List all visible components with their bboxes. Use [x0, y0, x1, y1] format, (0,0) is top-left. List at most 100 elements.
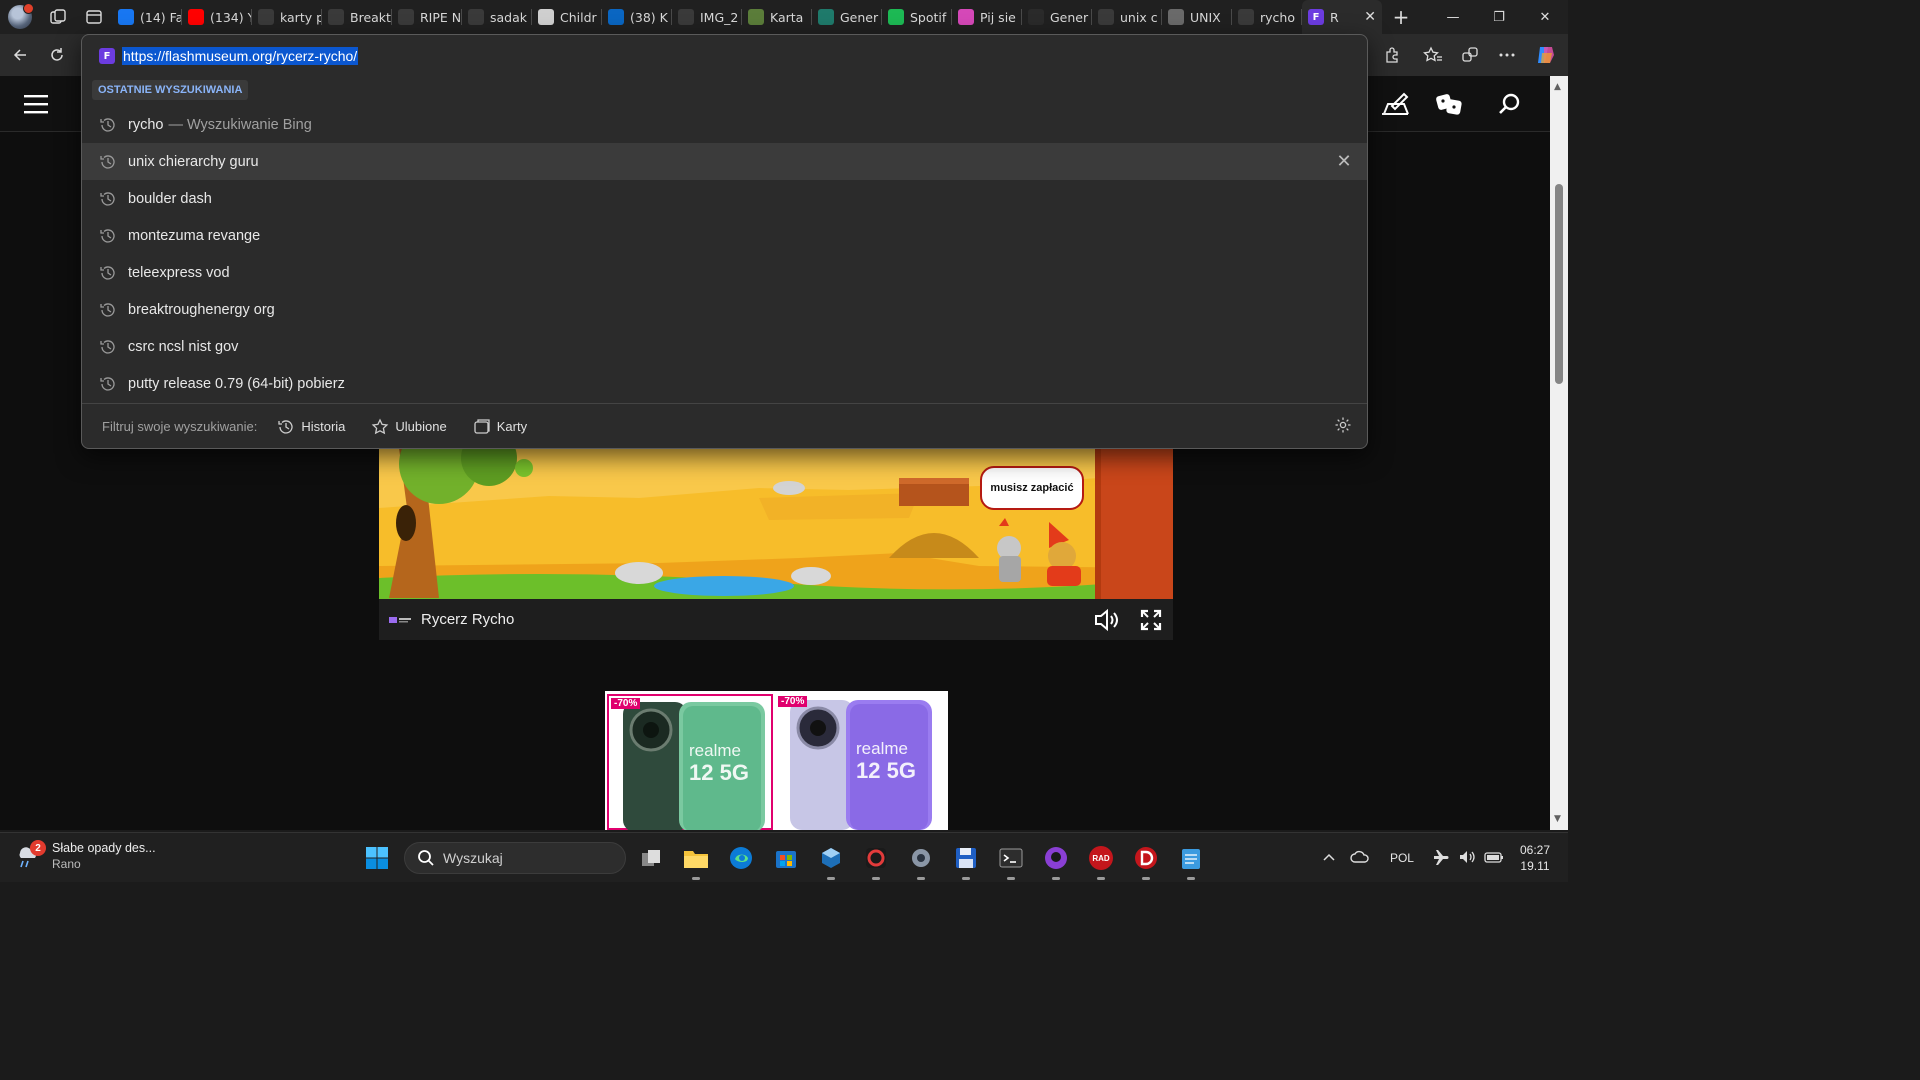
tab-label: sadak: [490, 9, 528, 25]
weather-widget[interactable]: 2 Słabe opady des... Rano: [14, 839, 156, 873]
tab-label: R: [1330, 9, 1339, 25]
tab[interactable]: IMG_2: [672, 0, 742, 34]
site-search-button[interactable]: [1498, 92, 1522, 120]
tab[interactable]: Pij sie: [952, 0, 1022, 34]
taskbar-app-red[interactable]: [860, 842, 892, 880]
new-tab-button[interactable]: +: [1386, 5, 1416, 29]
taskbar-rad[interactable]: RAD: [1085, 842, 1117, 880]
taskbar-file-explorer[interactable]: [680, 842, 712, 880]
collections-button[interactable]: [1454, 39, 1486, 71]
site-random-button[interactable]: [1434, 90, 1464, 122]
taskbar-save-app[interactable]: [950, 842, 982, 880]
suggestion-item[interactable]: boulder dash: [82, 180, 1367, 217]
onedrive-button[interactable]: [1350, 850, 1370, 867]
copilot-button[interactable]: [1530, 39, 1562, 71]
refresh-button[interactable]: [41, 39, 73, 71]
favorites-button[interactable]: [1417, 39, 1449, 71]
tab[interactable]: Karta: [742, 0, 812, 34]
taskbar-github[interactable]: [1040, 842, 1072, 880]
tab[interactable]: Breakt: [322, 0, 392, 34]
ad-model: 12 5G: [856, 758, 916, 783]
language-indicator[interactable]: POL: [1390, 851, 1414, 865]
volume-icon[interactable]: [1458, 848, 1476, 869]
tab[interactable]: (14) Fa: [112, 0, 182, 34]
tab[interactable]: Gener: [812, 0, 882, 34]
suggestion-item[interactable]: unix chierarchy guru ✕: [82, 143, 1367, 180]
tray-overflow-button[interactable]: [1322, 851, 1336, 865]
tab-label: UNIX: [1190, 9, 1221, 25]
taskbar-settings[interactable]: [905, 842, 937, 880]
windows-taskbar: 2 Słabe opady des... Rano Wyszukaj RAD P…: [0, 832, 1568, 882]
tab[interactable]: UNIX: [1162, 0, 1232, 34]
taskbar-store[interactable]: [770, 842, 802, 874]
ad-banner[interactable]: -70% realme 12 5G -70% realme 12 5G: [605, 691, 948, 830]
close-window-button[interactable]: ✕: [1522, 0, 1568, 34]
game-canvas[interactable]: musisz zapłacić: [379, 448, 1173, 599]
history-icon: [100, 302, 115, 317]
suggestion-item[interactable]: rycho — Wyszukiwanie Bing: [82, 106, 1367, 143]
battery-icon[interactable]: [1484, 850, 1504, 867]
extensions-button[interactable]: [1376, 39, 1408, 71]
task-view-button[interactable]: [635, 842, 667, 874]
scroll-up-icon[interactable]: ▲: [1554, 82, 1561, 92]
suggestion-item[interactable]: breaktroughenergy org: [82, 291, 1367, 328]
tab[interactable]: Gener: [1022, 0, 1092, 34]
site-draw-button[interactable]: [1380, 90, 1410, 122]
suggestion-item[interactable]: teleexpress vod: [82, 254, 1367, 291]
scrollbar-thumb[interactable]: [1555, 184, 1563, 384]
tab-active[interactable]: F R ✕: [1302, 0, 1382, 34]
suggestion-item[interactable]: montezuma revange: [82, 217, 1367, 254]
ad-card-purple[interactable]: -70% realme 12 5G: [776, 694, 942, 830]
search-icon: [258, 9, 274, 25]
profile-button[interactable]: [0, 0, 40, 34]
taskbar-terminal[interactable]: [995, 842, 1027, 880]
search-settings-button[interactable]: [1334, 416, 1352, 437]
tab[interactable]: RIPE N: [392, 0, 462, 34]
page-scrollbar[interactable]: ▲ ▼: [1550, 76, 1568, 830]
site-menu-button[interactable]: [24, 94, 48, 118]
tab-close-button[interactable]: ✕: [1364, 9, 1376, 25]
back-button[interactable]: [4, 39, 36, 71]
tab[interactable]: rycho: [1232, 0, 1302, 34]
start-button[interactable]: [361, 842, 393, 874]
airplane-icon[interactable]: [1432, 848, 1450, 869]
tab[interactable]: Childr: [532, 0, 602, 34]
taskbar-notepad[interactable]: [1175, 842, 1207, 880]
suggestion-item[interactable]: csrc ncsl nist gov: [82, 328, 1367, 365]
workspaces-button[interactable]: [40, 0, 76, 34]
tab[interactable]: sadak: [462, 0, 532, 34]
fullscreen-button[interactable]: [1139, 608, 1163, 636]
filter-favorites-button[interactable]: Ulubione: [371, 417, 447, 436]
facebook-icon: [118, 9, 134, 25]
ad-card-green[interactable]: -70% realme 12 5G: [607, 694, 773, 830]
settings-more-button[interactable]: [1491, 39, 1523, 71]
taskbar-virtualbox[interactable]: [815, 842, 847, 880]
taskbar-edge[interactable]: [725, 842, 757, 874]
linkedin-icon: [608, 9, 624, 25]
filter-history-button[interactable]: Historia: [277, 418, 345, 436]
discount-badge: -70%: [778, 696, 808, 707]
remove-suggestion-button[interactable]: ✕: [1335, 152, 1353, 170]
tab[interactable]: (38) K: [602, 0, 672, 34]
minimize-button[interactable]: —: [1430, 0, 1476, 34]
tab[interactable]: Spotif: [882, 0, 952, 34]
maximize-button[interactable]: ❐: [1476, 0, 1522, 34]
tab[interactable]: (134) Y: [182, 0, 252, 34]
suggestion-item[interactable]: putty release 0.79 (64-bit) pobierz: [82, 365, 1367, 402]
clock[interactable]: 06:27 19.11: [1520, 842, 1550, 874]
taskbar-d-app[interactable]: [1130, 842, 1162, 880]
folder-icon: [684, 851, 708, 868]
taskbar-search[interactable]: Wyszukaj: [404, 842, 626, 874]
unix-icon: [1168, 9, 1184, 25]
vertical-tabs-button[interactable]: [76, 0, 112, 34]
scroll-down-icon[interactable]: ▼: [1554, 814, 1561, 824]
tab[interactable]: unix c: [1092, 0, 1162, 34]
address-bar[interactable]: F https://flashmuseum.org/rycerz-rycho/: [82, 35, 1367, 77]
gear-icon: [1335, 417, 1351, 433]
filter-tabs-button[interactable]: Karty: [473, 418, 527, 436]
address-input[interactable]: https://flashmuseum.org/rycerz-rycho/: [122, 47, 359, 65]
history-icon: [100, 228, 115, 243]
tab-list: (14) Fa (134) Y karty p Breakt RIPE N sadak Ch…: [112, 0, 1302, 34]
sound-toggle-button[interactable]: [1093, 608, 1121, 636]
tab[interactable]: karty p: [252, 0, 322, 34]
